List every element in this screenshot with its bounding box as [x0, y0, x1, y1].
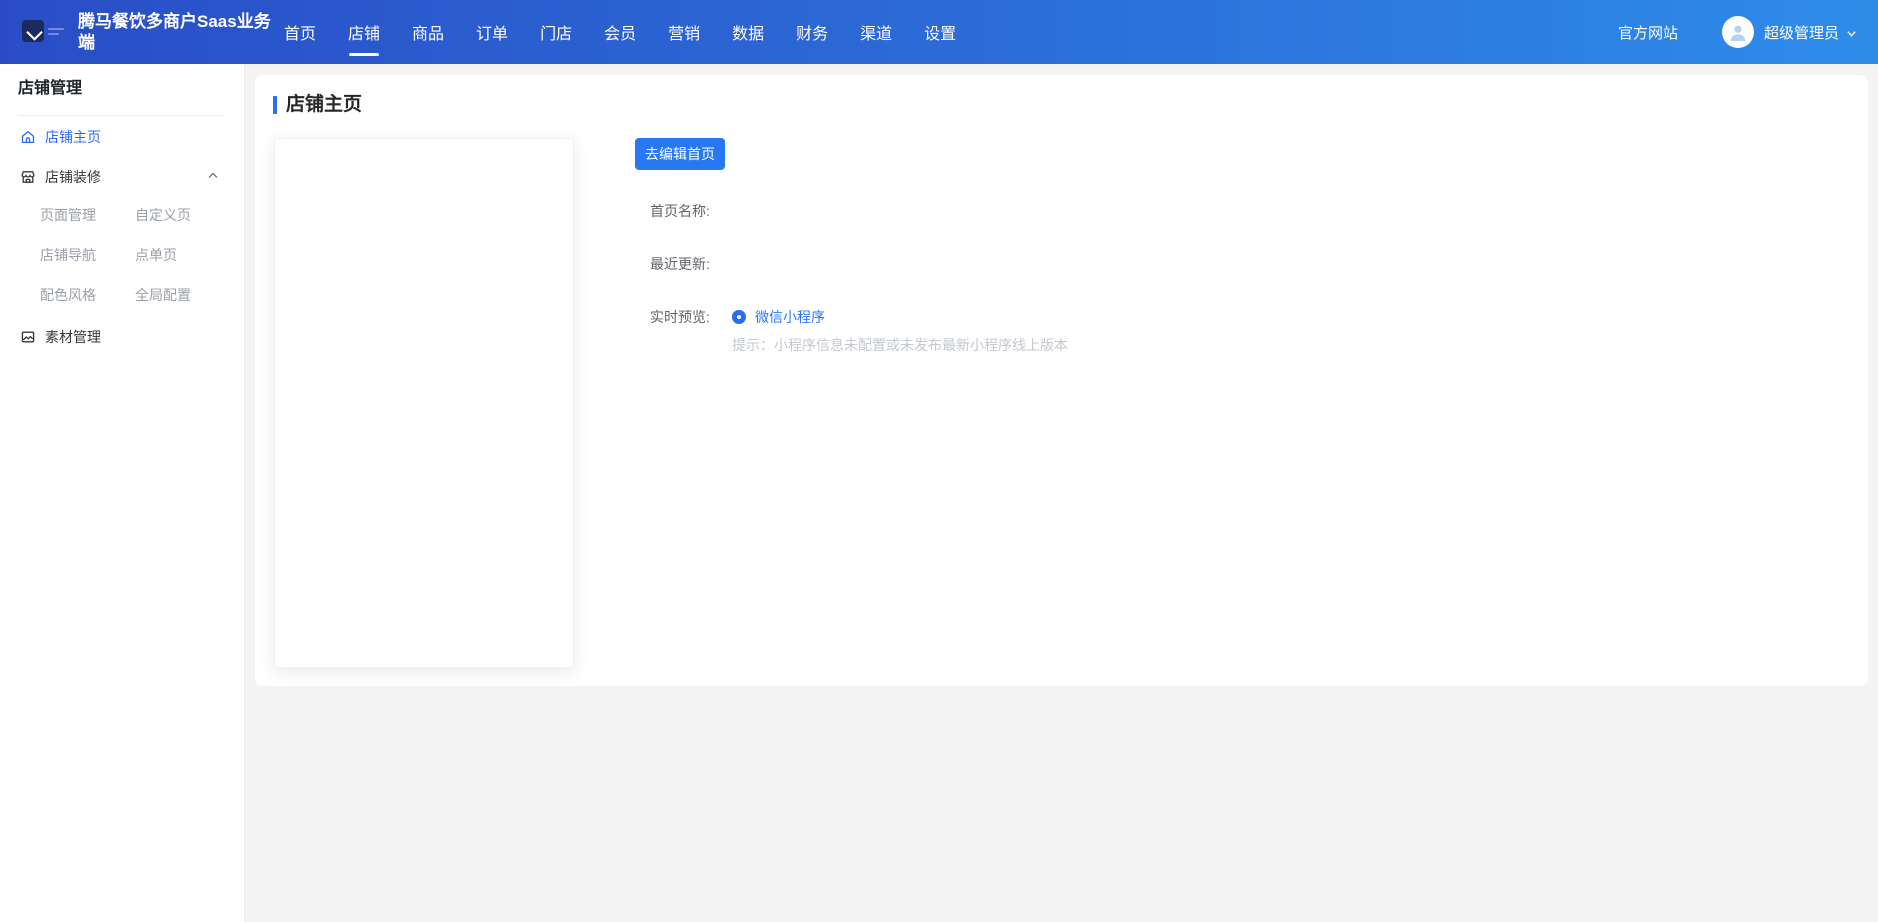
wechat-miniprogram-radio[interactable] [732, 310, 746, 324]
wechat-miniprogram-option[interactable]: 微信小程序 [755, 306, 825, 328]
sidebar-item-label: 店铺主页 [45, 126, 101, 148]
page-heading: 店铺主页 [273, 95, 362, 115]
homepage-preview-panel [274, 138, 574, 668]
nav-item-marketing[interactable]: 营销 [668, 0, 700, 64]
decoration-submenu: 页面管理 自定义页 店铺导航 点单页 配色风格 全局配置 [40, 204, 191, 306]
brand-logo-icon [22, 20, 44, 42]
nav-item-channels[interactable]: 渠道 [860, 0, 892, 64]
nav-item-stores[interactable]: 门店 [540, 0, 572, 64]
logo-mark [26, 24, 43, 41]
shop-homepage-card: 店铺主页 去编辑首页 首页名称: 最近更新: 实时预览: 微信小程序 提示：小程… [255, 75, 1868, 686]
miniprogram-hint: 提示：小程序信息未配置或未发布最新小程序线上版本 [732, 335, 1068, 355]
storefront-icon [20, 169, 36, 185]
main-content: 店铺主页 去编辑首页 首页名称: 最近更新: 实时预览: 微信小程序 提示：小程… [246, 64, 1878, 922]
submenu-item-shop-navigation[interactable]: 店铺导航 [40, 244, 135, 266]
sidebar-item-material-management[interactable]: 素材管理 [20, 326, 101, 348]
sidebar: 店铺管理 店铺主页 店铺装修 页面管理 自定义页 店铺导航 点单 [0, 64, 245, 922]
brand: 腾马餐饮多商户Saas业务端 [22, 0, 284, 64]
sidebar-item-shop-decoration[interactable]: 店铺装修 [20, 166, 101, 188]
topbar: 腾马餐饮多商户Saas业务端 首页 店铺 商品 订单 门店 会员 营销 数据 财… [0, 0, 1878, 64]
live-preview-label: 实时预览: [650, 306, 710, 328]
main-nav: 首页 店铺 商品 订单 门店 会员 营销 数据 财务 渠道 设置 [284, 0, 956, 64]
sidebar-item-shop-homepage[interactable]: 店铺主页 [20, 126, 101, 148]
app-root: 腾马餐饮多商户Saas业务端 首页 店铺 商品 订单 门店 会员 营销 数据 财… [0, 0, 1878, 922]
submenu-item-global-config[interactable]: 全局配置 [135, 284, 191, 306]
nav-item-home[interactable]: 首页 [284, 0, 316, 64]
submenu-item-custom-page[interactable]: 自定义页 [135, 204, 191, 226]
sidebar-title: 店铺管理 [18, 74, 82, 98]
submenu-item-page-management[interactable]: 页面管理 [40, 204, 135, 226]
official-site-link[interactable]: 官方网站 [1618, 22, 1678, 43]
last-updated-label: 最近更新: [650, 253, 710, 275]
chevron-down-icon[interactable] [1846, 28, 1857, 39]
nav-item-finance[interactable]: 财务 [796, 0, 828, 64]
heading-accent-bar [273, 96, 277, 114]
edit-homepage-button[interactable]: 去编辑首页 [635, 138, 725, 170]
nav-item-members[interactable]: 会员 [604, 0, 636, 64]
username-label[interactable]: 超级管理员 [1764, 22, 1839, 43]
nav-item-goods[interactable]: 商品 [412, 0, 444, 64]
person-icon [1727, 21, 1749, 43]
sidebar-item-label: 素材管理 [45, 326, 101, 348]
submenu-item-color-style[interactable]: 配色风格 [40, 284, 135, 306]
logo-wordmark [48, 26, 68, 38]
nav-item-orders[interactable]: 订单 [476, 0, 508, 64]
chevron-up-icon[interactable] [207, 170, 219, 182]
nav-item-data[interactable]: 数据 [732, 0, 764, 64]
sidebar-divider [18, 115, 224, 116]
nav-item-settings[interactable]: 设置 [924, 0, 956, 64]
image-icon [20, 329, 36, 345]
brand-title: 腾马餐饮多商户Saas业务端 [78, 11, 284, 53]
topbar-right: 官方网站 超级管理员 [1618, 0, 1857, 64]
submenu-item-order-page[interactable]: 点单页 [135, 244, 191, 266]
sidebar-item-label: 店铺装修 [45, 166, 101, 188]
homepage-name-label: 首页名称: [650, 200, 710, 222]
page-title: 店铺主页 [286, 95, 362, 115]
nav-item-shop[interactable]: 店铺 [348, 0, 380, 64]
user-avatar[interactable] [1722, 16, 1754, 48]
home-icon [20, 129, 36, 145]
